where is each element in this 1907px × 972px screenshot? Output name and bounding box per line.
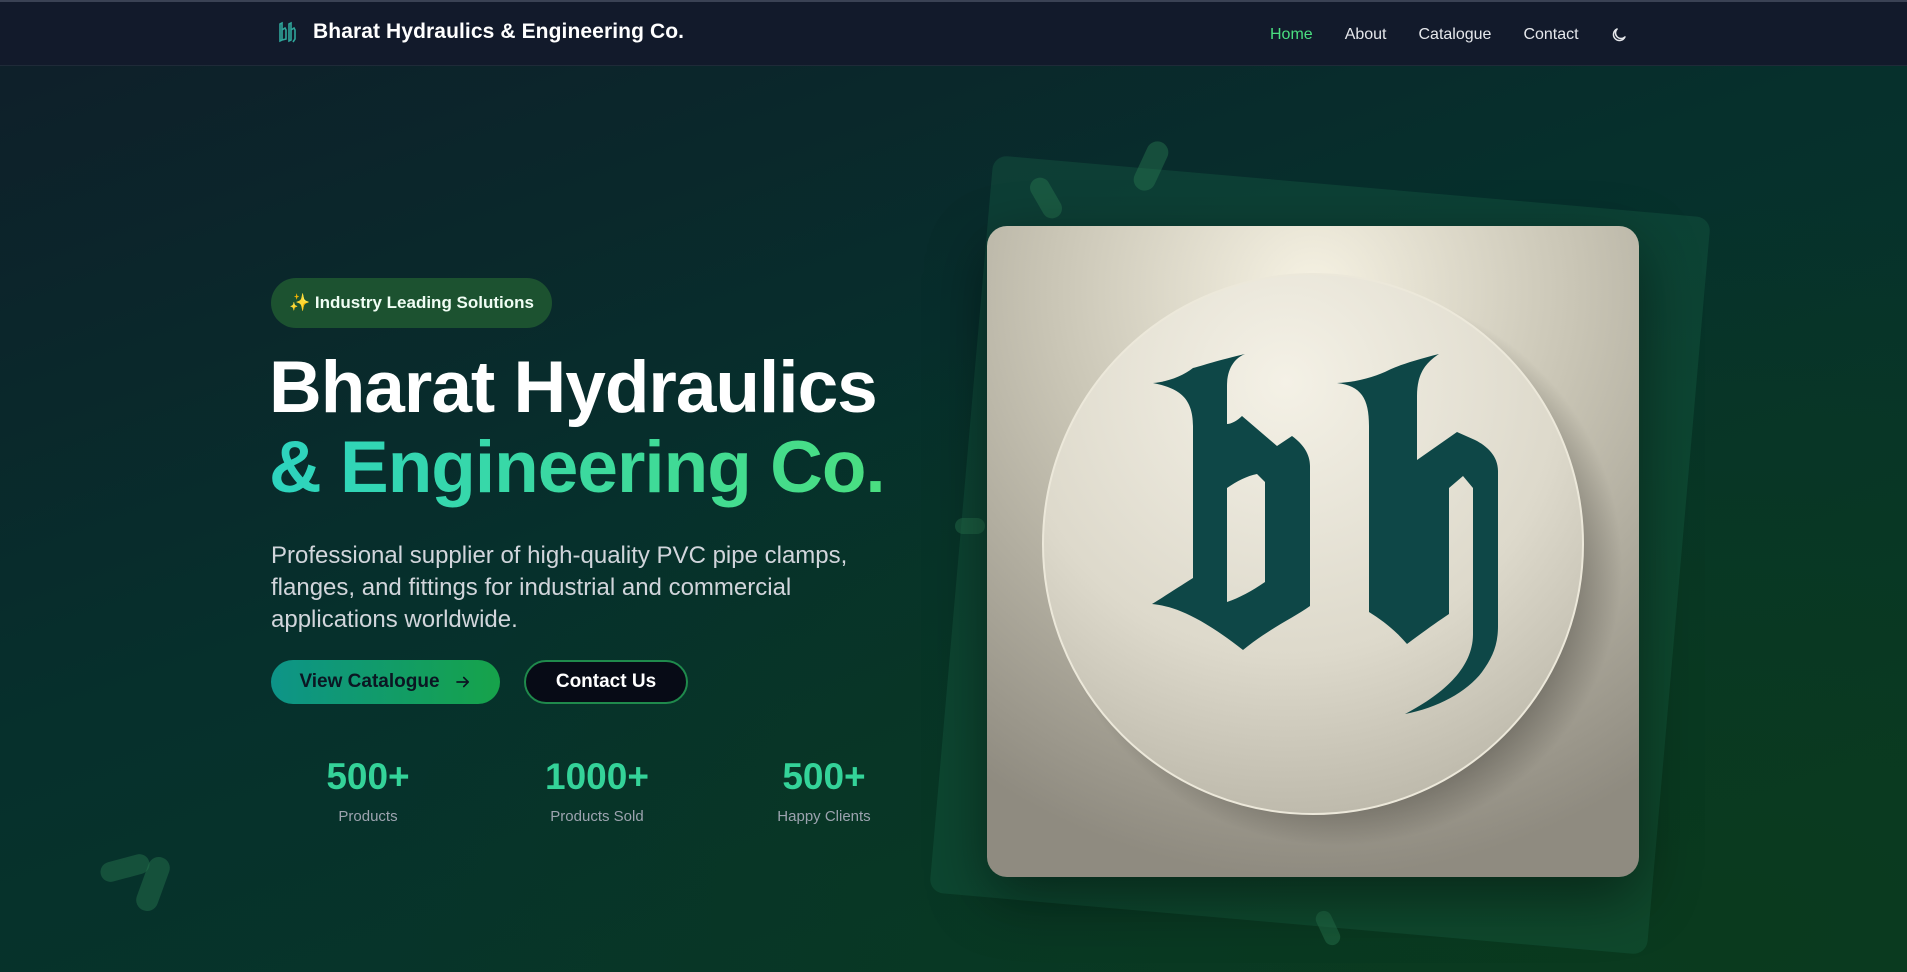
nav-link-home[interactable]: Home	[1270, 26, 1313, 44]
hero-description: Professional supplier of high-quality PV…	[271, 542, 848, 633]
hero-title-line1: Bharat Hydraulics	[269, 347, 878, 428]
hero-logo-image	[987, 226, 1639, 877]
arrow-right-icon	[455, 676, 469, 688]
stat-label: Products Sold	[550, 808, 644, 825]
stat-value: 500+	[326, 756, 410, 797]
stat-happy-clients: 500+ Happy Clients	[739, 756, 909, 825]
bh-monogram-icon	[279, 21, 296, 43]
nav-links: Home About Catalogue Contact	[1270, 26, 1579, 44]
view-catalogue-label: View Catalogue	[299, 671, 440, 692]
contact-us-button[interactable]: Contact Us	[524, 660, 688, 704]
decorative-pill	[955, 518, 985, 534]
nav-link-contact[interactable]: Contact	[1523, 26, 1578, 44]
nav-link-about[interactable]: About	[1345, 26, 1387, 44]
brand[interactable]: Bharat Hydraulics & Engineering Co.	[277, 20, 684, 44]
stat-products: 500+ Products	[283, 756, 453, 825]
top-navbar: Bharat Hydraulics & Engineering Co. Home…	[0, 0, 1907, 66]
moon-icon[interactable]	[1610, 26, 1628, 44]
stat-label: Happy Clients	[777, 808, 871, 825]
view-catalogue-button[interactable]: View Catalogue	[271, 660, 500, 704]
hero-title-line2: & Engineering Co.	[269, 427, 886, 508]
stat-label: Products	[338, 808, 398, 825]
stat-products-sold: 1000+ Products Sold	[512, 756, 682, 825]
brand-name: Bharat Hydraulics & Engineering Co.	[313, 20, 685, 43]
nav-link-catalogue[interactable]: Catalogue	[1419, 26, 1492, 44]
stat-value: 1000+	[545, 756, 649, 797]
hero-badge: ✨ Industry Leading Solutions	[271, 278, 552, 328]
stat-value: 500+	[782, 756, 866, 797]
bh-logo-medallion	[987, 226, 1639, 877]
page: Bharat Hydraulics & Engineering Co. Home…	[0, 0, 1907, 972]
